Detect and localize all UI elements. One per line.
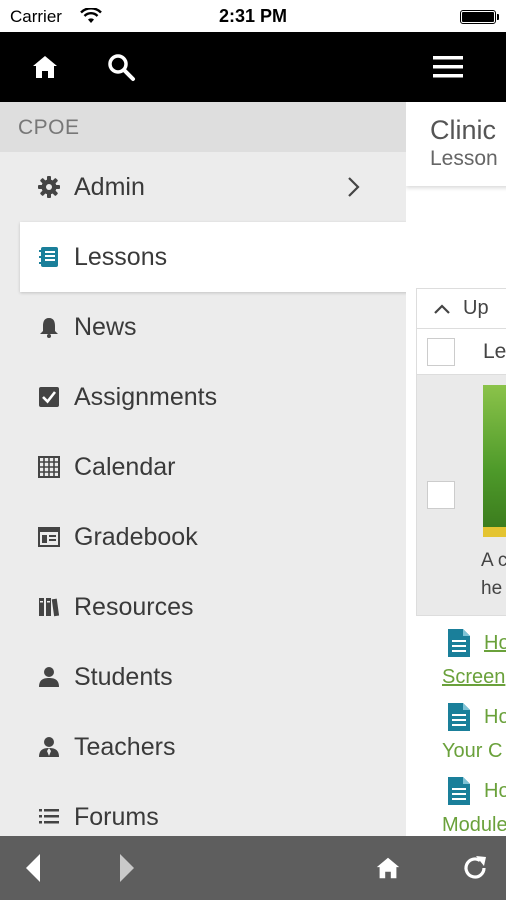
battery-icon (460, 10, 499, 24)
sidebar-item-label: Resources (74, 592, 194, 621)
sidebar-item-teachers[interactable]: Teachers (0, 712, 406, 782)
up-label: Up (463, 297, 489, 319)
link-text[interactable]: Ho (484, 632, 506, 655)
sidebar-item-assignments[interactable]: Assignments (0, 362, 406, 432)
document-icon (446, 628, 472, 663)
table-header-row: Le (417, 329, 506, 375)
sidebar-menu: CPOE Admin Lessons News Assignments Cale… (0, 102, 406, 836)
up-button[interactable]: Up (417, 289, 506, 329)
document-icon (446, 702, 472, 737)
list-item[interactable]: Ho Module (406, 770, 506, 836)
sidebar-title: CPOE (0, 102, 406, 152)
search-icon[interactable] (106, 52, 136, 82)
sidebar-item-admin[interactable]: Admin (0, 152, 406, 222)
page-title: Clinic (430, 115, 497, 145)
link-text[interactable]: Screen (442, 666, 505, 689)
column-header: Le (483, 339, 506, 363)
list-item[interactable]: Ho Screen (406, 622, 506, 696)
lesson-table: Up Le A c he (416, 288, 506, 616)
link-text[interactable]: Ho (484, 706, 506, 729)
teacher-icon (38, 736, 60, 758)
sidebar-item-label: Gradebook (74, 522, 198, 551)
sidebar-item-label: Forums (74, 802, 159, 831)
calendar-grid-icon (38, 456, 60, 478)
link-text[interactable]: Your C (442, 740, 502, 763)
home-icon[interactable] (374, 854, 402, 887)
description-line: A c (481, 550, 506, 571)
sidebar-item-resources[interactable]: Resources (0, 572, 406, 642)
sidebar-item-gradebook[interactable]: Gradebook (0, 502, 406, 572)
sidebar-item-calendar[interactable]: Calendar (0, 432, 406, 502)
table-row[interactable]: A c he (417, 375, 506, 615)
hamburger-menu-icon[interactable] (432, 52, 464, 82)
document-icon (446, 776, 472, 811)
link-text[interactable]: Module (442, 814, 506, 836)
sidebar-item-label: Assignments (74, 382, 218, 411)
bell-icon (38, 316, 60, 338)
chevron-up-icon (434, 303, 450, 314)
select-all-checkbox[interactable] (427, 337, 455, 366)
books-icon (38, 596, 60, 618)
back-arrow-icon[interactable] (22, 852, 44, 889)
person-icon (38, 666, 60, 688)
sidebar-item-news[interactable]: News (0, 292, 406, 362)
sidebar-item-label: Teachers (74, 732, 176, 761)
list-item[interactable]: Ho Your C (406, 696, 506, 770)
sidebar-item-forums[interactable]: Forums (0, 782, 406, 836)
status-bar: Carrier 2:31 PM (0, 0, 506, 32)
content-header: Clinic Lesson (406, 102, 506, 186)
gradebook-icon (38, 526, 60, 548)
sidebar-item-label: News (74, 312, 137, 341)
chevron-right-icon (346, 176, 360, 205)
bottom-toolbar (0, 836, 506, 900)
reload-icon[interactable] (460, 853, 490, 888)
lessons-book-icon (38, 246, 60, 268)
page-subtitle: Lesson (430, 147, 498, 170)
sidebar-item-label: Admin (74, 172, 145, 201)
home-icon[interactable] (30, 52, 60, 82)
sidebar-item-label: Calendar (74, 452, 176, 481)
list-icon (38, 806, 60, 828)
lesson-thumbnail[interactable] (483, 385, 506, 537)
resource-links: Ho Screen Ho Your C Ho Module (406, 622, 506, 836)
link-text[interactable]: Ho (484, 780, 506, 803)
forward-arrow-icon[interactable] (116, 852, 138, 889)
sidebar-item-label: Lessons (74, 242, 168, 271)
lesson-description: A c he (481, 547, 506, 603)
top-toolbar (0, 32, 506, 102)
sidebar-item-lessons[interactable]: Lessons (20, 222, 406, 292)
description-line: he (481, 578, 503, 599)
checkbox-icon (38, 386, 60, 408)
clock: 2:31 PM (218, 6, 288, 26)
sidebar-item-label: Students (74, 662, 173, 691)
lesson-content-panel: Clinic Lesson Up Le A c he Ho Screen Ho … (406, 102, 506, 836)
row-checkbox[interactable] (427, 481, 455, 509)
sidebar-item-students[interactable]: Students (0, 642, 406, 712)
gear-icon (38, 176, 60, 198)
